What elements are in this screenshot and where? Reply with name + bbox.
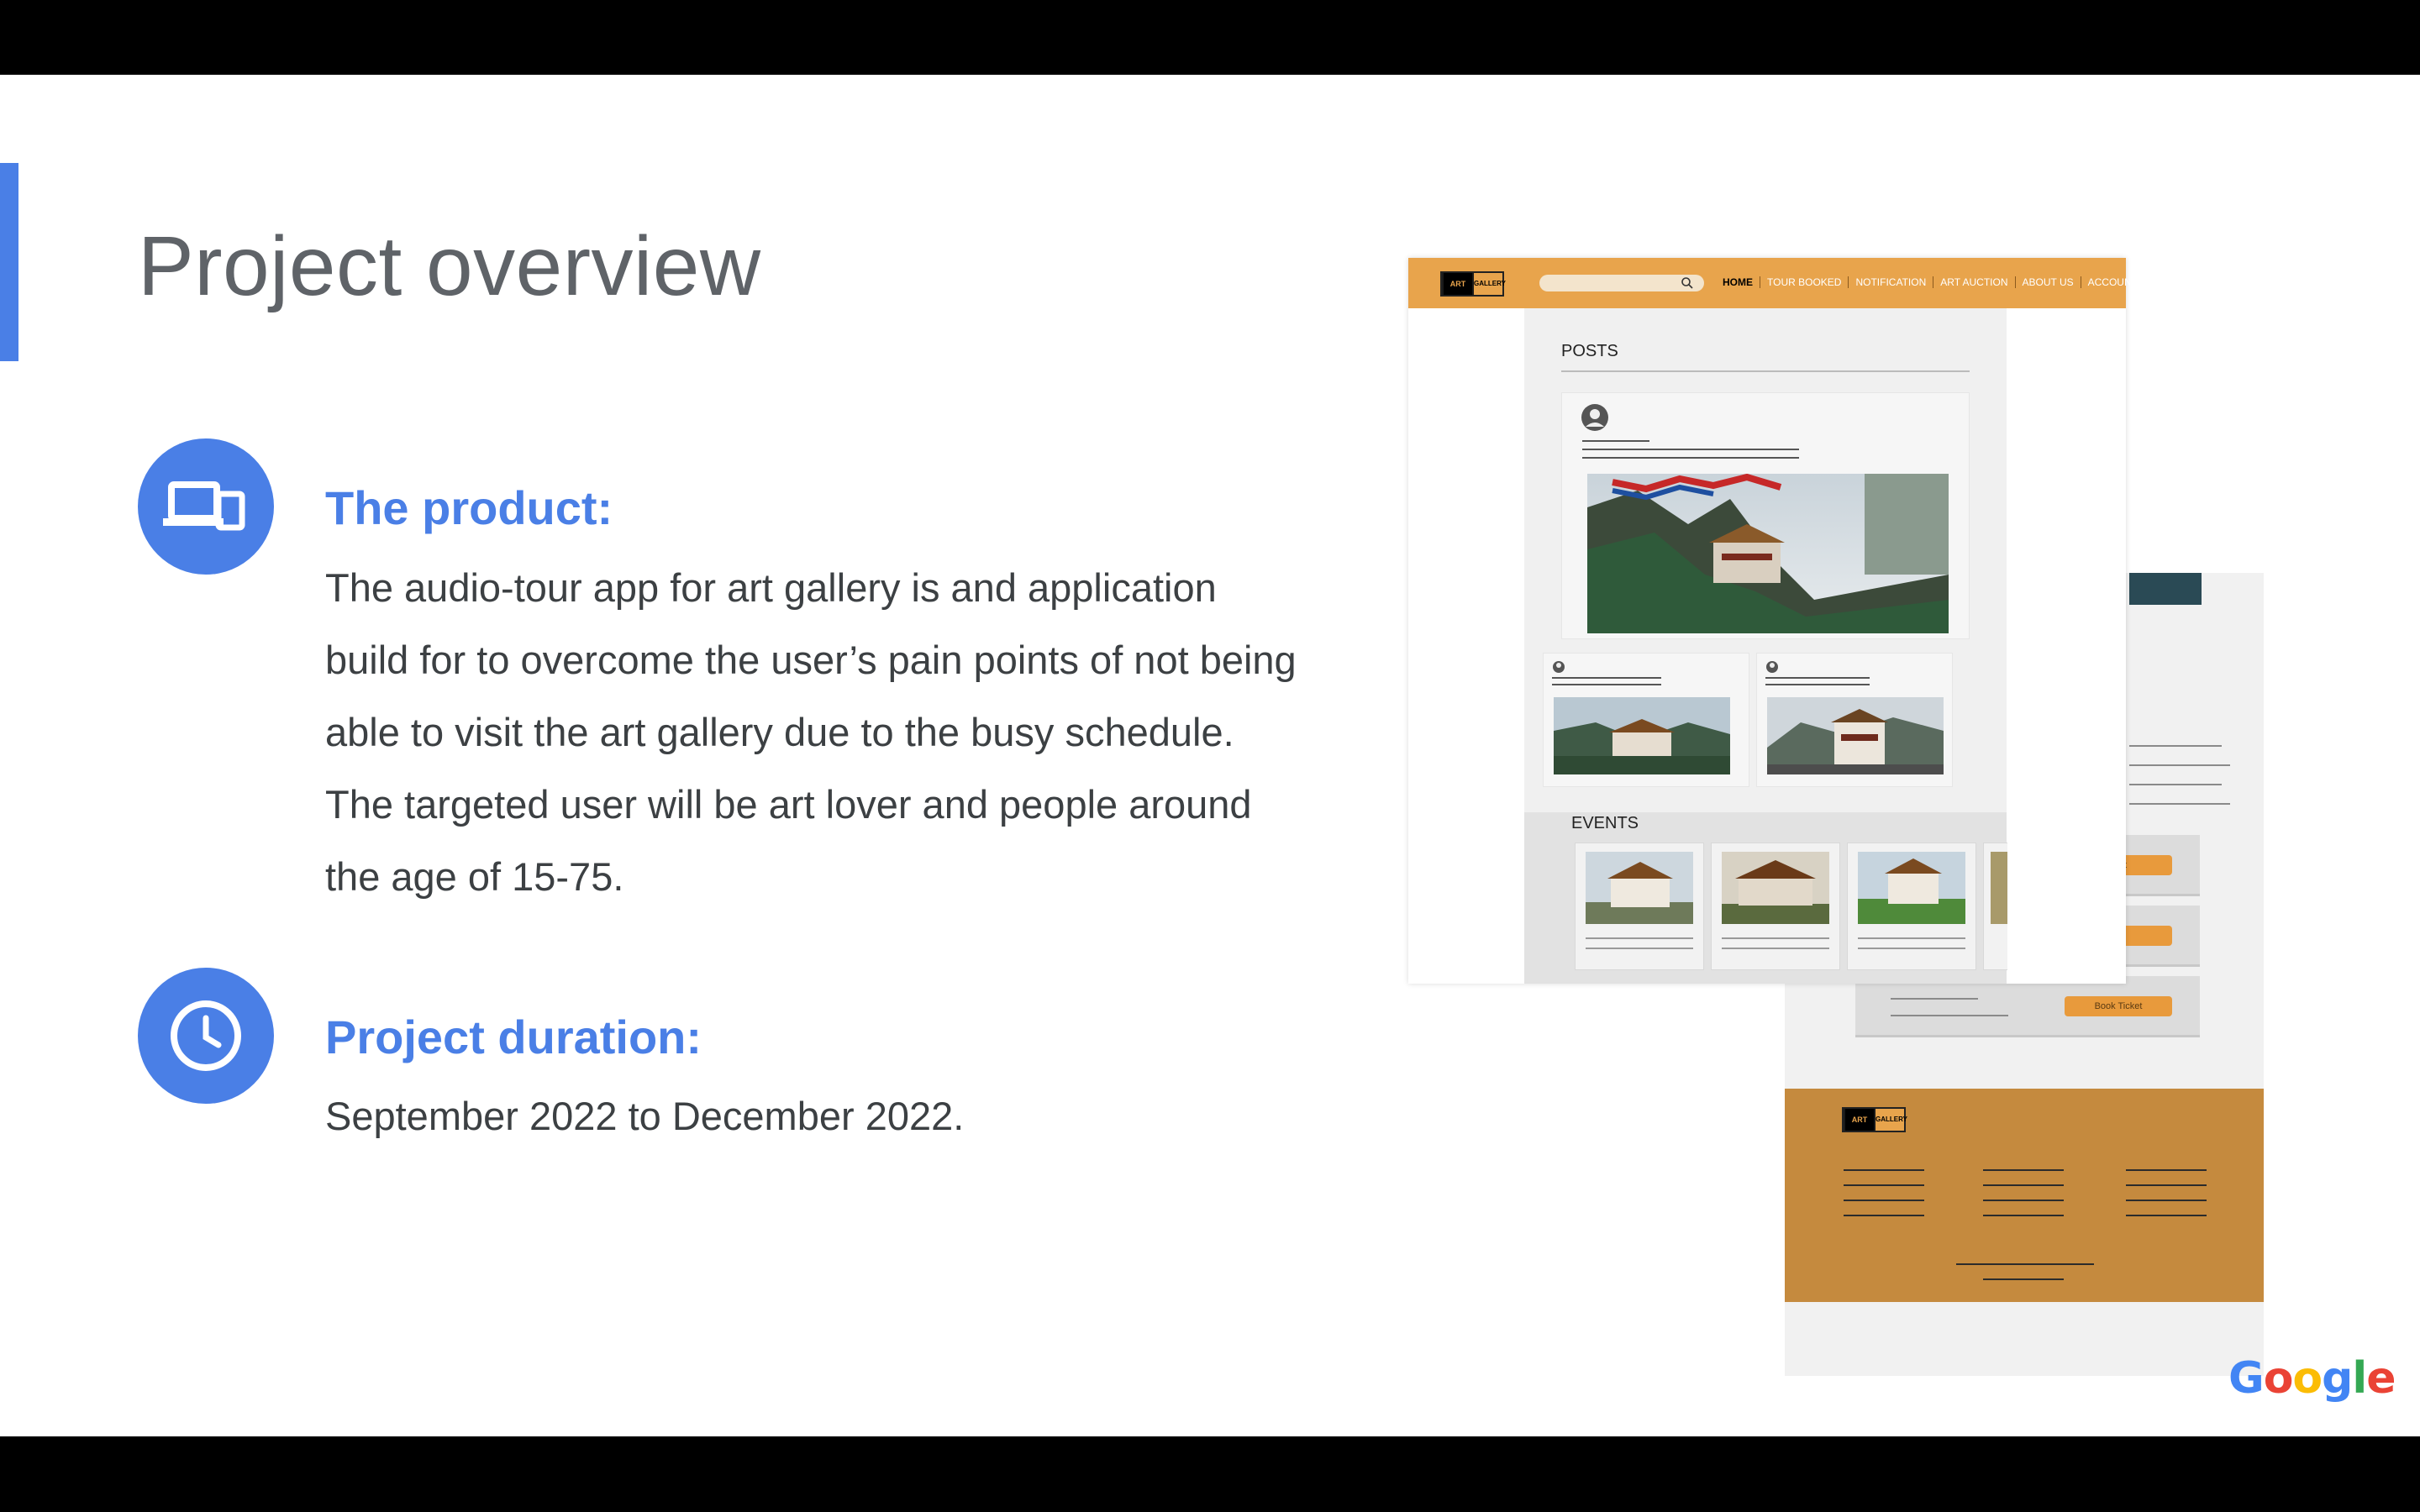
divider <box>1561 370 1970 372</box>
text-line <box>2129 784 2222 785</box>
avatar-icon <box>1581 404 1608 431</box>
event-photo <box>1858 852 1965 924</box>
search-input[interactable] <box>1539 275 1704 291</box>
text-line <box>1858 948 1965 949</box>
event-card[interactable] <box>1711 843 1840 970</box>
ticket-row: Book Ticket <box>1855 976 2200 1037</box>
nav-tour-booked[interactable]: TOUR BOOKED <box>1760 276 1849 288</box>
building-photo <box>1554 697 1730 774</box>
text-line <box>1765 684 1870 685</box>
nav-account[interactable]: ACCOUNT <box>2081 276 2144 288</box>
nav-about-us[interactable]: ABOUT US <box>2016 276 2081 288</box>
event-card[interactable] <box>1983 843 2007 970</box>
slide: Project overview The product: The audio-… <box>0 75 2420 1436</box>
footer-link <box>2126 1215 2207 1216</box>
back-image-strip <box>2129 573 2202 605</box>
text-line <box>1858 937 1965 939</box>
text-line <box>1582 449 1799 450</box>
footer-link <box>2126 1200 2207 1201</box>
nav-menu: HOME TOUR BOOKED NOTIFICATION ART AUCTIO… <box>1716 276 2144 288</box>
post-card[interactable] <box>1756 653 1953 787</box>
text-line <box>2129 745 2222 747</box>
event-photo <box>1991 852 2007 924</box>
text-line <box>1582 440 1649 442</box>
text-line <box>1586 937 1693 939</box>
duration-heading: Project duration: <box>325 1011 702 1063</box>
avatar-icon <box>1766 661 1778 673</box>
accent-bar <box>0 163 18 361</box>
letterbox-top <box>0 0 2420 75</box>
product-heading: The product: <box>325 481 613 534</box>
text-line <box>2129 803 2230 805</box>
footer-link <box>1983 1184 2064 1186</box>
footer-link <box>1844 1169 1924 1171</box>
post-card[interactable] <box>1561 392 1970 639</box>
text-line <box>1552 677 1661 679</box>
slide-title: Project overview <box>138 219 761 313</box>
posts-label: POSTS <box>1561 342 1618 360</box>
clock-icon <box>138 968 274 1104</box>
gallery-logo: ART GALLERY <box>1440 271 1506 297</box>
nav-notification[interactable]: NOTIFICATION <box>1849 276 1934 288</box>
devices-icon <box>138 438 274 575</box>
post-card[interactable] <box>1543 653 1749 787</box>
event-photo <box>1722 852 1829 924</box>
letterbox-bottom <box>0 1436 2420 1512</box>
mockup-footer: ART GALLERY <box>1785 1089 2264 1302</box>
text-line <box>1722 937 1829 939</box>
footer-link <box>1983 1200 2064 1201</box>
footer-link <box>1844 1215 1924 1216</box>
product-description: The audio-tour app for art gallery is an… <box>325 552 1297 913</box>
text-line <box>1891 1015 2008 1016</box>
dzong-photo <box>1767 697 1944 774</box>
text-line <box>1582 457 1799 459</box>
product-line: able to visit the art gallery due to the… <box>325 710 1234 754</box>
event-card[interactable] <box>1847 843 1976 970</box>
footer-link <box>1983 1278 2064 1280</box>
mockup-front: ART GALLERY HOME TOUR BOOKED NOTIFICATIO… <box>1408 258 2138 984</box>
text-line <box>1722 948 1829 949</box>
duration-text: September 2022 to December 2022. <box>325 1094 965 1138</box>
events-section: EVENTS <box>1524 812 2007 984</box>
product-line: the age of 15-75. <box>325 854 624 899</box>
product-line: The audio-tour app for art gallery is an… <box>325 565 1217 610</box>
footer-link <box>2126 1184 2207 1186</box>
footer-link <box>1983 1215 2064 1216</box>
mockup-navbar: ART GALLERY HOME TOUR BOOKED NOTIFICATIO… <box>1408 258 2138 308</box>
text-line <box>1552 684 1661 685</box>
event-card[interactable] <box>1575 843 1704 970</box>
text-line <box>1891 998 1978 1000</box>
monastery-photo <box>1587 474 1949 633</box>
text-line <box>2129 764 2230 766</box>
footer-link <box>1956 1263 2094 1265</box>
feed-column: POSTS EVENTS <box>1524 308 2007 984</box>
footer-link <box>1983 1169 2064 1171</box>
text-line <box>1765 677 1870 679</box>
google-logo: Google <box>2228 1353 2396 1404</box>
footer-link <box>2126 1169 2207 1171</box>
avatar-icon <box>1553 661 1565 673</box>
footer-logo: ART GALLERY <box>1842 1107 1907 1132</box>
search-icon <box>1681 277 1693 289</box>
text-line <box>1586 948 1693 949</box>
book-ticket-button[interactable]: Book Ticket <box>2065 996 2172 1016</box>
footer-link <box>1844 1184 1924 1186</box>
product-line: The targeted user will be art lover and … <box>325 782 1252 827</box>
nav-home[interactable]: HOME <box>1716 276 1760 288</box>
product-line: build for to overcome the user’s pain po… <box>325 638 1297 682</box>
events-label: EVENTS <box>1571 814 1639 832</box>
nav-art-auction[interactable]: ART AUCTION <box>1933 276 2016 288</box>
event-photo <box>1586 852 1693 924</box>
footer-link <box>1844 1200 1924 1201</box>
